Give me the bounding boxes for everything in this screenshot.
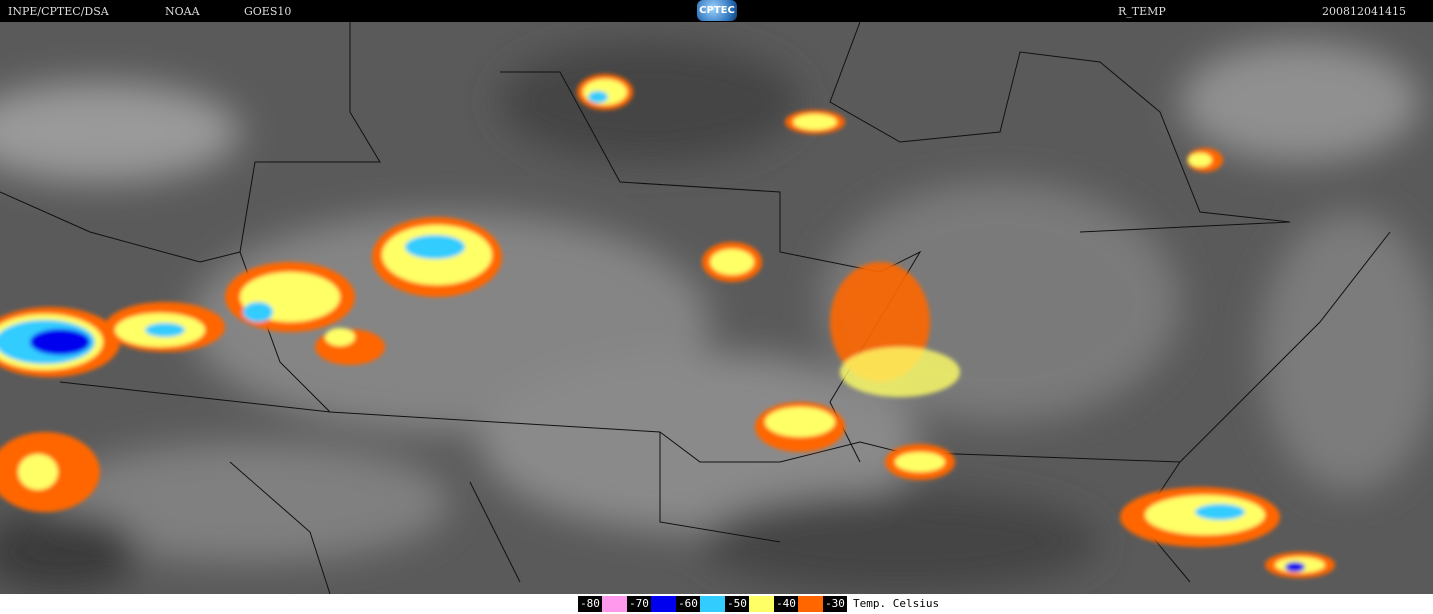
- timestamp-label: 200812041415: [1322, 5, 1406, 18]
- product-label: R_TEMP: [1118, 5, 1166, 18]
- legend-label: -40: [774, 596, 798, 612]
- legend-unit: Temp. Celsius: [853, 597, 940, 610]
- legend-label: -80: [578, 596, 602, 612]
- satellite-image: [0, 22, 1433, 594]
- legend-swatch: [749, 596, 774, 612]
- satellite-label: GOES10: [244, 5, 292, 18]
- temperature-legend: -80 -70 -60 -50 -40 -30 Temp. Celsius: [0, 594, 1433, 614]
- legend-label: -70: [627, 596, 651, 612]
- legend-label: -50: [725, 596, 749, 612]
- header-bar: INPE/CPTEC/DSA NOAA GOES10 CPTEC R_TEMP …: [0, 0, 1433, 22]
- agency-label: NOAA: [165, 5, 200, 18]
- cptec-logo: CPTEC: [697, 0, 737, 21]
- legend-label: -30: [823, 596, 847, 612]
- legend-swatch: [602, 596, 627, 612]
- legend-label: -60: [676, 596, 700, 612]
- legend-swatch: [651, 596, 676, 612]
- legend-swatch: [700, 596, 725, 612]
- legend-swatch: [798, 596, 823, 612]
- source-label: INPE/CPTEC/DSA: [8, 5, 109, 18]
